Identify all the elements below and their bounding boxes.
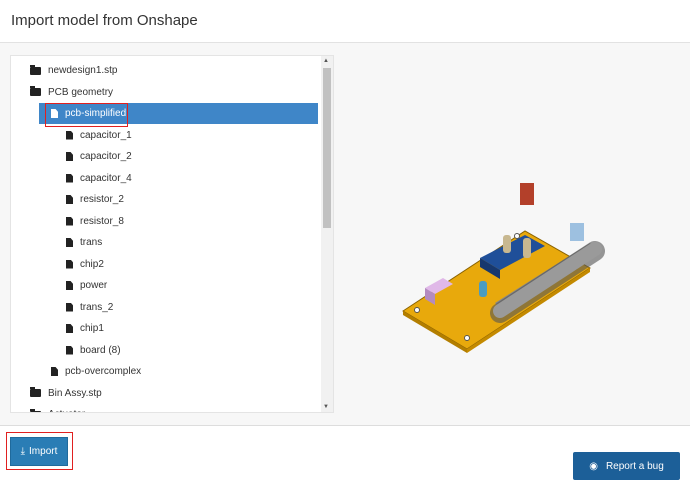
file-icon	[66, 281, 73, 290]
scroll-down-icon[interactable]: ▼	[323, 404, 329, 410]
tree-item[interactable]: trans	[66, 232, 102, 253]
tree-item[interactable]: capacitor_4	[66, 168, 132, 189]
scroll-up-icon[interactable]: ▲	[323, 58, 329, 64]
file-icon	[66, 173, 73, 183]
file-icon	[66, 324, 73, 333]
dialog-title: Import model from Onshape	[11, 12, 198, 29]
tree-item-label: Bin Assy.stp	[48, 387, 102, 399]
folder-icon	[30, 408, 41, 412]
dialog-body: ▲ ▼ newdesign1.stp PCB geometry pcb-simpli…	[0, 43, 690, 426]
folder-icon	[30, 387, 41, 397]
tree-item[interactable]: Actuator	[30, 404, 85, 412]
file-icon	[66, 302, 73, 312]
tree-item-label: capacitor_4	[80, 172, 132, 184]
tree-item[interactable]: PCB geometry	[30, 82, 113, 103]
tree-item[interactable]: pcb-overcomplex	[39, 361, 141, 382]
tree-item[interactable]: newdesign1.stp	[30, 60, 118, 81]
tree-item[interactable]: chip1	[66, 318, 104, 339]
tree-item-label: capacitor_1	[80, 129, 132, 141]
tree-item-label: resistor_8	[80, 215, 124, 227]
import-button[interactable]: ⤓ Import	[10, 437, 68, 466]
file-icon	[66, 130, 73, 140]
file-icon	[66, 152, 73, 161]
tree-item[interactable]: resistor_2	[66, 189, 124, 210]
tree-item[interactable]: Bin Assy.stp	[30, 383, 102, 404]
folder-icon	[30, 64, 41, 75]
scrollbar-thumb[interactable]	[323, 68, 331, 228]
tree-item-label: Actuator	[48, 409, 85, 412]
tree-item-label: PCB geometry	[48, 86, 114, 98]
tree-item[interactable]: capacitor_1	[66, 125, 132, 146]
file-icon	[66, 345, 73, 355]
tree-item-label: trans_2	[80, 301, 114, 313]
tree-item-label: pcb-overcomplex	[65, 366, 142, 377]
selection-highlight	[45, 103, 128, 127]
tree-item[interactable]: board (8)	[66, 340, 121, 361]
file-icon	[66, 238, 73, 247]
camera-icon: ◉	[589, 460, 598, 472]
tree-item-label: power	[80, 280, 108, 291]
scrollbar[interactable]: ▲ ▼	[321, 56, 333, 412]
import-icon: ⤓	[20, 446, 26, 457]
tree-item-label: board (8)	[80, 344, 121, 356]
tree-item-label: trans	[80, 237, 103, 248]
tree-item[interactable]: capacitor_2	[66, 146, 132, 167]
file-icon	[51, 367, 58, 376]
tree-item[interactable]: power	[66, 275, 107, 296]
file-icon	[66, 216, 73, 226]
tree-item-label: capacitor_2	[80, 151, 132, 162]
tree-item-label: resistor_2	[80, 194, 124, 205]
file-icon	[66, 195, 73, 204]
tree-item-label: chip1	[80, 323, 104, 334]
dialog-header: Import model from Onshape	[0, 0, 690, 43]
model-tree: ▲ ▼ newdesign1.stp PCB geometry pcb-simpli…	[10, 55, 334, 413]
model-preview[interactable]	[395, 173, 625, 353]
tree-item[interactable]: chip2	[66, 254, 104, 275]
tree-item[interactable]: resistor_8	[66, 211, 124, 232]
tree-item-label: chip2	[80, 258, 104, 270]
folder-open-icon	[30, 86, 41, 96]
tree-item-label: newdesign1.stp	[48, 65, 118, 76]
tree-item[interactable]: trans_2	[66, 297, 113, 318]
file-icon	[66, 259, 73, 269]
